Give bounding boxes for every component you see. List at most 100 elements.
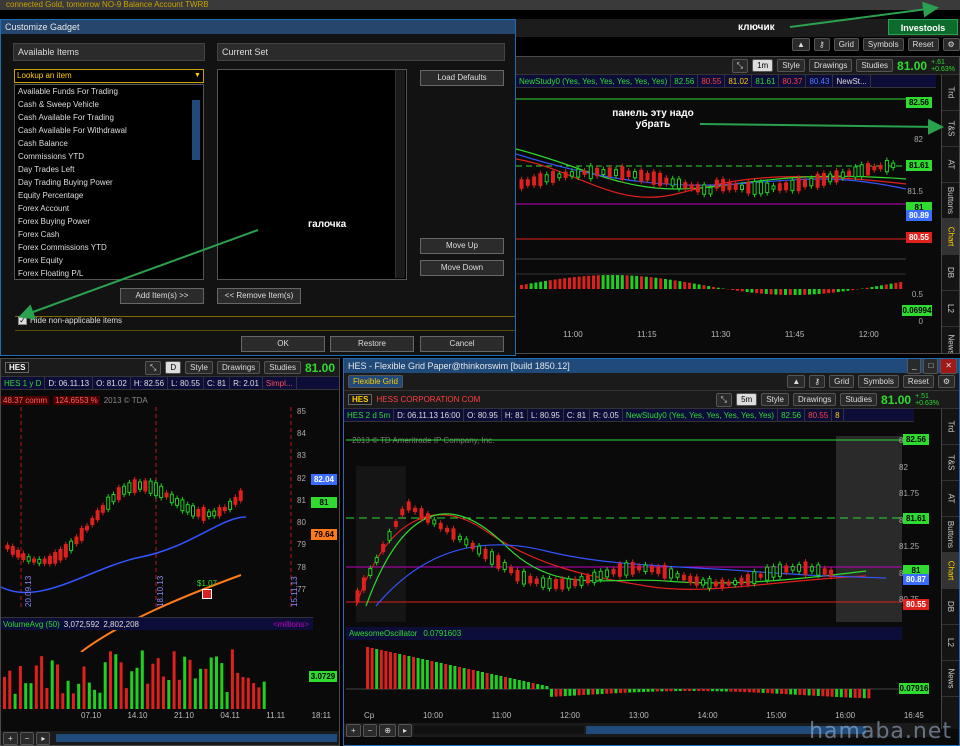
tab-news[interactable]: News (942, 327, 959, 353)
candle (37, 558, 42, 564)
candle (611, 568, 616, 575)
list-item[interactable]: Day Trades Left (15, 163, 203, 176)
tab-trd[interactable]: Trd (942, 409, 959, 445)
maximize-icon[interactable]: □ (923, 359, 939, 374)
hide-non-applicable-checkbox[interactable]: ✓ Hide non-applicable items (18, 316, 122, 325)
current-set-list[interactable] (217, 69, 407, 280)
timeframe-selector[interactable]: 1m (752, 59, 774, 72)
style-button[interactable]: Style (761, 393, 789, 406)
candle (489, 551, 494, 565)
studies-button[interactable]: Studies (856, 59, 894, 72)
settings-icon[interactable]: ⚙ (937, 375, 955, 388)
reset-button[interactable]: Reset (907, 38, 939, 51)
tab-db[interactable]: DB (942, 589, 959, 625)
remove-items-button[interactable]: << Remove Item(s) (217, 288, 301, 304)
list-item[interactable]: Day Trading Buying Power (15, 176, 203, 189)
tab-chart[interactable]: Chart (942, 219, 959, 255)
horizontal-scrollbar[interactable] (56, 734, 337, 742)
zoom-out-icon[interactable]: − (19, 731, 35, 745)
tab-at[interactable]: AT (942, 147, 959, 183)
dividend-icon[interactable] (202, 589, 212, 599)
list-item[interactable]: Forex Commissions YTD (15, 241, 203, 254)
chevron-down-icon[interactable]: ▼ (192, 70, 203, 82)
available-items-list[interactable]: Available Funds For Trading Cash & Sweep … (14, 84, 204, 280)
move-up-button[interactable]: Move Up (420, 238, 504, 254)
grid-button[interactable]: Grid (833, 38, 859, 51)
cancel-button[interactable]: Cancel (420, 336, 504, 352)
list-scrollbar[interactable] (192, 100, 200, 160)
list-item[interactable]: Cash Available For Trading (15, 111, 203, 124)
histogram-bar (841, 289, 845, 292)
list-item[interactable]: Available Funds For Trading (15, 85, 203, 98)
list-item[interactable]: Forex Equity (15, 254, 203, 267)
timeframe-selector[interactable]: D (165, 361, 182, 374)
candle (153, 482, 158, 497)
tab-l2[interactable]: L2 (942, 291, 959, 327)
current-set-scrollbar[interactable] (395, 70, 405, 278)
studies-button[interactable]: Studies (264, 361, 301, 374)
tab-ts[interactable]: T&S (942, 445, 959, 481)
list-item[interactable]: Forex Buying Power (15, 215, 203, 228)
bell-icon[interactable]: ▲ (787, 375, 806, 388)
load-defaults-button[interactable]: Load Defaults (420, 70, 504, 86)
bell-icon[interactable]: ▲ (792, 38, 810, 51)
investools-button[interactable]: Investools (888, 19, 958, 35)
histogram-bar (731, 289, 735, 291)
list-item[interactable]: Forex Floating P/L (15, 267, 203, 280)
list-item[interactable]: Cash Available For Withdrawal (15, 124, 203, 137)
tab-at[interactable]: AT (942, 481, 959, 517)
lookup-item-input[interactable]: Lookup an item (14, 69, 204, 83)
restore-button[interactable]: Restore (330, 336, 414, 352)
style-button[interactable]: Style (185, 361, 213, 374)
drawings-button[interactable]: Drawings (216, 361, 261, 374)
studies-button[interactable]: Studies (840, 393, 878, 406)
y-tick-label: 78 (297, 562, 306, 572)
settings-icon[interactable]: ⚙ (942, 38, 960, 51)
fit-icon[interactable]: ⊕ (379, 723, 397, 737)
last-price: 81.00 (304, 360, 335, 375)
symbol-input[interactable]: HES (5, 362, 30, 373)
timeframe-selector[interactable]: 5m (736, 393, 758, 406)
minimize-icon[interactable]: _ (907, 359, 922, 374)
tab-db[interactable]: DB (942, 255, 959, 291)
add-items-button[interactable]: Add Item(s) >> (120, 288, 204, 304)
list-item[interactable]: Cash Balance (15, 137, 203, 150)
drawings-button[interactable]: Drawings (809, 59, 853, 72)
flexible-grid-selector[interactable]: Flexible Grid (348, 375, 403, 388)
reset-button[interactable]: Reset (902, 375, 934, 388)
zoom-in-icon[interactable]: + (3, 731, 18, 745)
tab-buttons[interactable]: Buttons (942, 517, 959, 553)
style-button[interactable]: Style (777, 59, 805, 72)
close-icon[interactable]: ✕ (940, 359, 957, 374)
symbols-button[interactable]: Symbols (862, 38, 904, 51)
tab-chart[interactable]: Chart (942, 553, 959, 589)
list-item[interactable]: Commissions YTD (15, 150, 203, 163)
list-item[interactable]: Forex Account (15, 202, 203, 215)
key-icon[interactable]: ⚷ (813, 38, 830, 51)
tab-buttons[interactable]: Buttons (942, 183, 959, 219)
zoom-in-icon[interactable]: + (346, 723, 361, 737)
drag-icon[interactable]: ⤡ (144, 360, 162, 375)
tab-l2[interactable]: L2 (942, 625, 959, 661)
symbol-input[interactable]: HES (348, 394, 373, 405)
ok-button[interactable]: OK (241, 336, 325, 352)
list-item[interactable]: Equity Percentage (15, 189, 203, 202)
tab-ts[interactable]: T&S (942, 111, 959, 147)
symbols-button[interactable]: Symbols (858, 375, 899, 388)
checkbox-icon[interactable]: ✓ (18, 316, 27, 325)
move-down-button[interactable]: Move Down (420, 260, 504, 276)
candle (85, 525, 89, 531)
list-item[interactable]: Cash & Sweep Vehicle (15, 98, 203, 111)
scroll-right-icon[interactable]: ▸ (36, 731, 51, 745)
candle (702, 184, 707, 195)
drawings-button[interactable]: Drawings (793, 393, 837, 406)
list-item[interactable]: Forex Cash (15, 228, 203, 241)
zoom-out-icon[interactable]: − (362, 723, 378, 737)
tab-news[interactable]: News (942, 661, 959, 697)
grid-button[interactable]: Grid (829, 375, 855, 388)
key-icon[interactable]: ⚷ (809, 375, 826, 388)
tab-trd[interactable]: Trd (942, 75, 959, 111)
scroll-right-icon[interactable]: ▸ (398, 723, 413, 737)
drag-icon[interactable]: ⤡ (731, 58, 749, 73)
drag-icon[interactable]: ⤡ (715, 392, 733, 407)
